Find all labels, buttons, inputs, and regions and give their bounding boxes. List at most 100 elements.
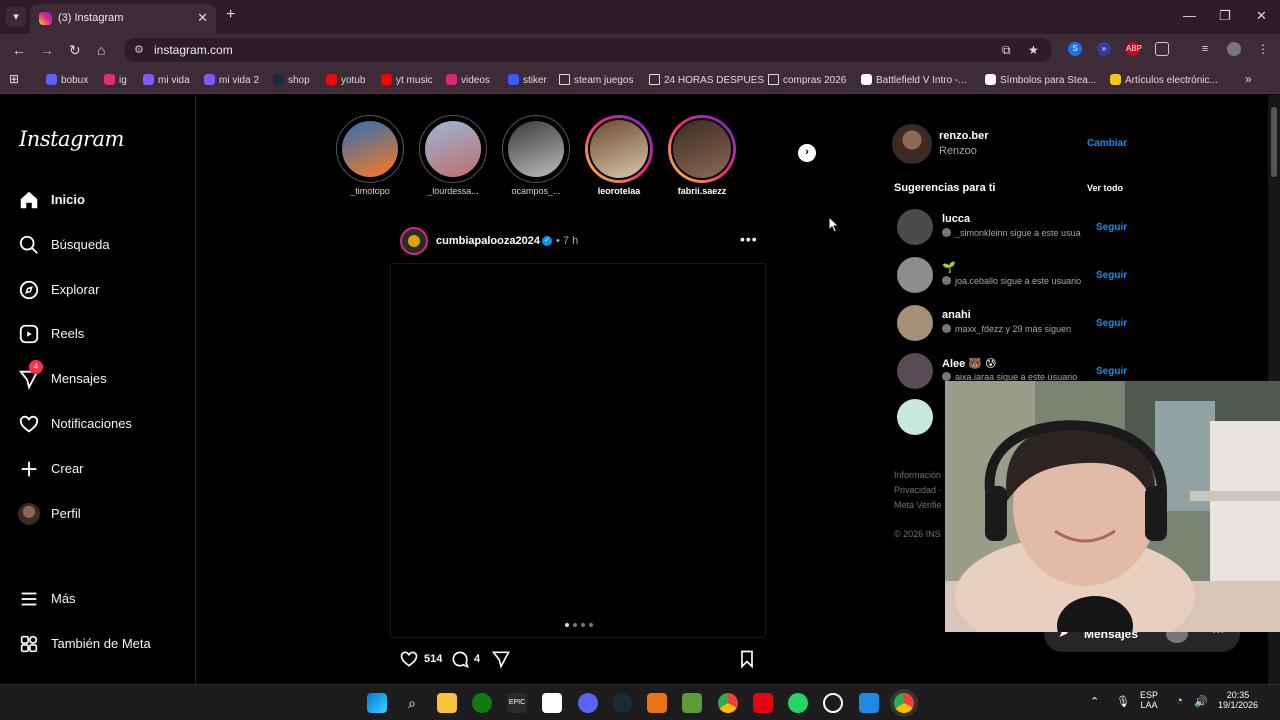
bookmark-item[interactable]: steam juegos [559, 74, 633, 86]
nav-item-reels[interactable]: Reels [18, 321, 188, 351]
tab-search-button[interactable]: ▾ [6, 7, 26, 27]
bookmark-item[interactable]: compras 2026 [768, 74, 846, 86]
reading-list-icon[interactable]: ≡ [1198, 42, 1212, 56]
follow-button[interactable]: Seguir [1096, 318, 1127, 329]
instagram-logo[interactable]: Instagram [19, 127, 124, 151]
bookmark-item[interactable]: 24 HORAS DESPUES [649, 74, 764, 86]
site-info-icon[interactable]: ⚙ [134, 43, 144, 56]
follow-button[interactable]: Seguir [1096, 366, 1127, 377]
share-icon[interactable] [491, 649, 511, 669]
bookmark-item[interactable]: mi vida 2 [204, 74, 259, 86]
suggestion-username[interactable]: 🌱 [942, 261, 956, 274]
suggestion-avatar[interactable] [897, 353, 933, 389]
like-icon[interactable] [399, 649, 419, 669]
bookmark-item[interactable]: Battlefield V Intro -... [861, 74, 967, 86]
nav-item-crear[interactable]: Crear [18, 456, 188, 486]
bookmark-item[interactable]: Símbolos para Stea... [985, 74, 1096, 86]
home-button[interactable]: ⌂ [97, 42, 105, 58]
nav-item-busqueda[interactable]: Búsqueda [18, 232, 188, 262]
bookmark-item[interactable]: yt music [381, 74, 433, 86]
nav-item-perfil[interactable]: Perfil [18, 501, 188, 531]
xbox-icon[interactable] [472, 693, 492, 713]
whatsapp-icon[interactable] [788, 693, 808, 713]
bookmark-item[interactable]: shop [273, 74, 310, 86]
nav-item-mas[interactable]: Más [18, 586, 188, 616]
new-tab-button[interactable]: + [226, 6, 235, 24]
bookmark-item[interactable]: Artículos electrónic... [1110, 74, 1218, 86]
reload-button[interactable]: ↻ [69, 42, 81, 59]
extension-audio-icon[interactable]: » [1097, 42, 1111, 56]
fl-studio-icon[interactable] [647, 693, 667, 713]
comment-icon[interactable] [450, 649, 470, 669]
apps-grid-icon[interactable]: ⊞ [9, 72, 19, 86]
bookmark-star-icon[interactable]: ★ [1028, 43, 1039, 57]
address-bar[interactable]: ⚙ instagram.com ⧉ ★ [124, 38, 1052, 62]
footer-link[interactable]: Meta Verifie [894, 500, 942, 510]
bookmark-item[interactable]: yotub [326, 74, 365, 86]
capcut-icon[interactable] [542, 693, 562, 713]
browser-tab[interactable]: (3) Instagram ✕ [30, 4, 216, 34]
suggestion-username[interactable]: anahi [942, 309, 971, 321]
save-bookmark-icon[interactable] [737, 649, 757, 669]
stories-next-button[interactable]: › [798, 144, 816, 162]
nav-item-tambien-de-meta[interactable]: También de Meta [18, 631, 188, 661]
chrome-icon[interactable] [718, 693, 738, 713]
geforce-icon[interactable] [859, 693, 879, 713]
close-window-button[interactable]: ✕ [1256, 8, 1267, 24]
see-all-link[interactable]: Ver todo [1087, 183, 1123, 193]
footer-link[interactable]: Privacidad · [894, 485, 942, 495]
file-explorer-icon[interactable] [437, 693, 457, 713]
current-user-avatar[interactable] [892, 124, 932, 164]
bookmark-item[interactable]: mi vida [143, 74, 190, 86]
nav-item-mensajes[interactable]: 4 Mensajes [18, 360, 188, 396]
footer-link[interactable]: Información [894, 470, 941, 480]
chrome-active-icon[interactable] [894, 693, 914, 713]
search-icon[interactable]: ⌕ [402, 693, 422, 713]
follow-button[interactable]: Seguir [1096, 222, 1127, 233]
clock[interactable]: 20:35 19/1/2026 [1218, 690, 1258, 710]
restore-button[interactable]: ❐ [1219, 8, 1231, 24]
suggestion-username[interactable]: Alee 🐻 😰 [942, 357, 997, 370]
minimize-button[interactable]: — [1183, 8, 1196, 23]
start-button[interactable] [367, 693, 387, 713]
tab-close-icon[interactable]: ✕ [197, 10, 208, 26]
bookmark-item[interactable]: stiker [508, 74, 547, 86]
volume-icon[interactable]: 🔊 [1194, 695, 1208, 708]
forward-button[interactable]: → [40, 42, 54, 58]
nav-item-explorar[interactable]: Explorar [18, 277, 188, 307]
wifi-icon[interactable]: ◔ [1176, 695, 1183, 707]
switch-account-link[interactable]: Cambiar [1087, 138, 1127, 149]
bookmark-item[interactable]: videos [446, 74, 490, 86]
nav-item-inicio[interactable]: Inicio [18, 187, 188, 217]
minecraft-icon[interactable] [682, 693, 702, 713]
microphone-icon[interactable]: 🎙 [1116, 695, 1130, 708]
post-username[interactable]: cumbiapalooza2024 [436, 235, 540, 247]
chatgpt-icon[interactable] [823, 693, 843, 713]
suggestion-avatar[interactable] [897, 399, 933, 435]
profile-avatar-icon[interactable] [1227, 42, 1241, 56]
language-indicator[interactable]: ESP LAA [1140, 690, 1158, 710]
steam-icon[interactable] [612, 693, 632, 713]
browser-menu-icon[interactable]: ⋮ [1256, 42, 1270, 56]
nav-item-notificaciones[interactable]: Notificaciones [18, 411, 188, 441]
current-username[interactable]: renzo.ber [939, 130, 989, 142]
post-media[interactable] [390, 263, 766, 638]
post-author-avatar[interactable] [400, 227, 428, 255]
extensions-icon[interactable] [1155, 42, 1169, 56]
epic-games-icon[interactable]: EPIC [507, 693, 527, 713]
bookmark-item[interactable]: ig [104, 74, 127, 86]
extension-shazam-icon[interactable]: S [1068, 42, 1082, 56]
discord-icon[interactable] [578, 693, 598, 713]
switch-app-icon[interactable] [753, 693, 773, 713]
suggestion-avatar[interactable] [897, 257, 933, 293]
suggestion-avatar[interactable] [897, 209, 933, 245]
tray-overflow-icon[interactable]: ⌃ [1090, 695, 1099, 708]
back-button[interactable]: ← [12, 42, 26, 58]
install-app-icon[interactable]: ⧉ [1002, 43, 1011, 58]
more-bookmarks-icon[interactable]: » [1245, 72, 1252, 86]
suggestion-avatar[interactable] [897, 305, 933, 341]
adblock-icon[interactable]: ABP [1126, 42, 1142, 56]
post-options-icon[interactable]: ••• [740, 231, 758, 247]
follow-button[interactable]: Seguir [1096, 270, 1127, 281]
suggestion-username[interactable]: lucca [942, 213, 970, 225]
